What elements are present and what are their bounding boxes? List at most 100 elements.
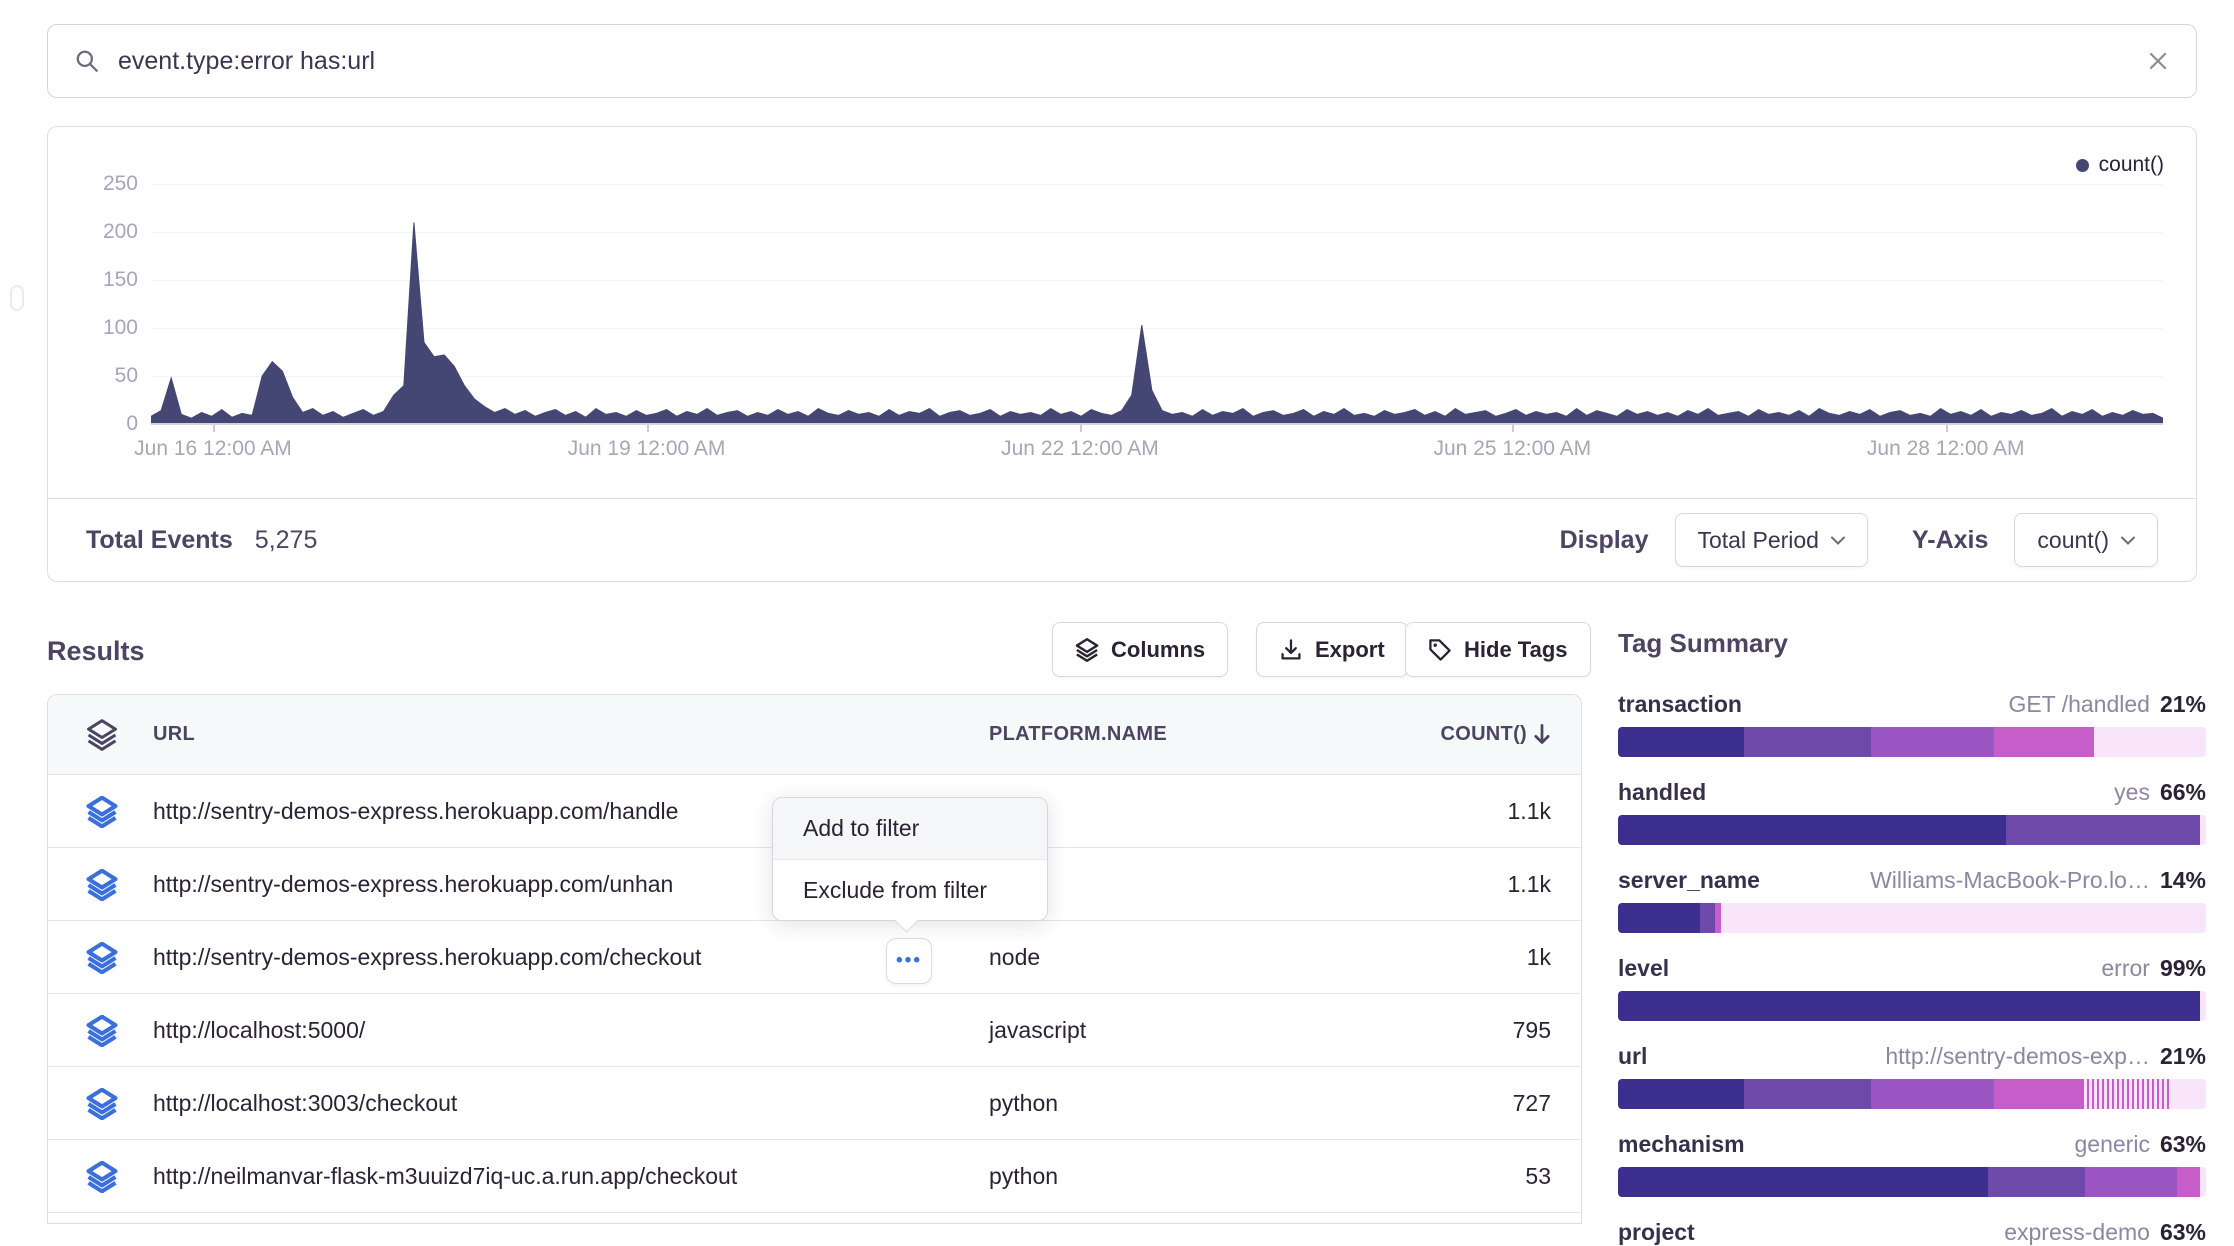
x-axis-tick-mark <box>213 425 215 432</box>
url-cell[interactable]: http://sentry-demos-express.herokuapp.co… <box>153 944 701 971</box>
tag-distribution-bar[interactable] <box>1618 815 2206 845</box>
platform-cell[interactable]: javascript <box>989 1017 1086 1044</box>
tag-entry-project: projectexpress-demo63% <box>1618 1219 2206 1246</box>
tag-name: level <box>1618 955 1669 982</box>
tag-bar-segment <box>1618 1167 1988 1197</box>
search-input[interactable] <box>118 47 2146 76</box>
tag-bar-segment <box>2085 1167 2176 1197</box>
events-chart-panel: count() 050100150200250Jun 16 12:00 AMJu… <box>47 126 2197 582</box>
yaxis-label: Y-Axis <box>1912 526 1988 555</box>
tag-name: handled <box>1618 779 1706 806</box>
count-cell[interactable]: 53 <box>1525 1163 1551 1190</box>
count-cell[interactable]: 795 <box>1513 1017 1551 1044</box>
tag-bar-segment <box>1700 903 1715 933</box>
tag-bar-segment <box>2082 1079 2170 1109</box>
tag-bar-segment <box>1744 1079 1870 1109</box>
legend-dot-icon <box>2076 159 2089 172</box>
tag-distribution-bar[interactable] <box>1618 1167 2206 1197</box>
tag-bar-segment <box>2171 1079 2206 1109</box>
stack-icon <box>86 1015 118 1047</box>
tag-bar-segment <box>1988 1167 2085 1197</box>
table-row[interactable]: http://neilmanvar-flask-m3uuizd7iq-uc.a.… <box>48 1140 1581 1213</box>
tag-percent: 21% <box>2160 691 2206 717</box>
column-header-platform[interactable]: PLATFORM.NAME <box>989 723 1167 746</box>
display-dropdown-value: Total Period <box>1698 527 1819 554</box>
tag-summary-list: transaction GET /handled 21% handled yes 66% s… <box>1618 691 2206 1246</box>
clear-search-icon[interactable] <box>2146 49 2170 73</box>
table-row[interactable]: http://localhost:3003/checkout python 727 <box>48 1067 1581 1140</box>
area-chart[interactable] <box>151 184 2163 425</box>
tag-percent: 99% <box>2160 955 2206 981</box>
table-row[interactable]: http://localhost:5000/javascript 795 <box>48 994 1581 1067</box>
tag-top-value: yes <box>2114 779 2150 805</box>
columns-button[interactable]: Columns <box>1052 622 1228 677</box>
stack-icon <box>1075 638 1099 662</box>
x-axis-tick-label: Jun 25 12:00 AM <box>1434 437 1592 461</box>
search-bar[interactable] <box>47 24 2197 98</box>
url-cell[interactable]: http://sentry-demos-express.herokuapp.co… <box>153 871 673 898</box>
tag-percent: 63% <box>2160 1219 2206 1245</box>
chart-legend: count() <box>2076 153 2164 177</box>
platform-cell[interactable]: node <box>989 944 1040 971</box>
results-heading: Results <box>47 636 145 667</box>
chart-footer: Total Events 5,275 Display Total Period … <box>48 498 2196 581</box>
x-axis-tick-mark <box>1512 425 1514 432</box>
tag-name: mechanism <box>1618 1131 1745 1158</box>
tag-distribution-bar[interactable] <box>1618 903 2206 933</box>
tag-distribution-bar[interactable] <box>1618 727 2206 757</box>
x-axis-tick-label: Jun 28 12:00 AM <box>1867 437 2025 461</box>
sort-desc-arrow-icon <box>1533 724 1551 746</box>
table-row[interactable]: http://sentry-demos-express.herokuapp.co… <box>48 921 1581 994</box>
y-axis-tick-label: 100 <box>68 316 138 340</box>
row-actions-ellipsis-button[interactable]: ••• <box>886 938 932 984</box>
url-cell[interactable]: http://localhost:5000/ <box>153 1017 365 1044</box>
tag-percent: 63% <box>2160 1131 2206 1157</box>
tag-bar-segment <box>1994 1079 2082 1109</box>
y-axis-tick-label: 50 <box>68 364 138 388</box>
url-cell[interactable]: http://localhost:3003/checkout <box>153 1090 457 1117</box>
tag-percent: 66% <box>2160 779 2206 805</box>
yaxis-dropdown[interactable]: count() <box>2014 513 2158 567</box>
menu-item-exclude-from-filter[interactable]: Exclude from filter <box>773 859 1047 920</box>
legend-label: count() <box>2099 153 2164 177</box>
tag-bar-segment <box>1618 903 1700 933</box>
url-cell[interactable]: http://sentry-demos-express.herokuapp.co… <box>153 798 678 825</box>
platform-cell[interactable]: python <box>989 1090 1058 1117</box>
column-header-count[interactable]: COUNT() <box>1440 723 1551 746</box>
hide-tags-button[interactable]: Hide Tags <box>1405 622 1591 677</box>
tag-name: url <box>1618 1043 1647 1070</box>
tag-entry-level: level error 99% <box>1618 955 2206 1021</box>
tag-distribution-bar[interactable] <box>1618 1079 2206 1109</box>
tag-name: project <box>1618 1219 1695 1246</box>
export-button[interactable]: Export <box>1256 622 1408 677</box>
tag-distribution-bar[interactable] <box>1618 991 2206 1021</box>
count-cell[interactable]: 1.1k <box>1508 871 1551 898</box>
url-cell[interactable]: http://neilmanvar-flask-m3uuizd7iq-uc.a.… <box>153 1163 737 1190</box>
tag-top-value: http://sentry-demos-exp… <box>1885 1043 2150 1069</box>
drag-handle[interactable] <box>10 285 24 311</box>
tag-name: transaction <box>1618 691 1742 718</box>
y-axis-tick-label: 150 <box>68 268 138 292</box>
display-label: Display <box>1560 526 1649 555</box>
count-cell[interactable]: 727 <box>1513 1090 1551 1117</box>
tag-summary-panel: Tag Summary transactionGET /handled21%ha… <box>1618 628 2206 1246</box>
chevron-down-icon <box>1831 536 1845 545</box>
count-cell[interactable]: 1.1k <box>1508 798 1551 825</box>
tag-top-value: Williams-MacBook-Pro.lo… <box>1870 867 2150 893</box>
x-axis-tick-mark <box>1080 425 1082 432</box>
x-axis-tick-mark <box>647 425 649 432</box>
platform-cell[interactable]: python <box>989 1163 1058 1190</box>
tag-top-value: GET /handled <box>2008 691 2150 717</box>
display-dropdown[interactable]: Total Period <box>1675 513 1868 567</box>
count-cell[interactable]: 1k <box>1527 944 1551 971</box>
menu-item-add-to-filter[interactable]: Add to filter <box>773 798 1047 859</box>
x-axis-tick-label: Jun 19 12:00 AM <box>568 437 726 461</box>
tag-entry-server_name: server_nameWilliams-MacBook-Pro.lo…14% <box>1618 867 2206 933</box>
results-table: URL PLATFORM.NAME COUNT() http://sentry-… <box>47 694 1582 1224</box>
tag-bar-segment <box>2177 1167 2201 1197</box>
tag-top-value: error <box>2101 955 2150 981</box>
y-axis-tick-label: 250 <box>68 172 138 196</box>
column-header-url[interactable]: URL <box>153 723 195 746</box>
tag-bar-segment <box>2200 815 2206 845</box>
tag-top-value: generic <box>2075 1131 2150 1157</box>
